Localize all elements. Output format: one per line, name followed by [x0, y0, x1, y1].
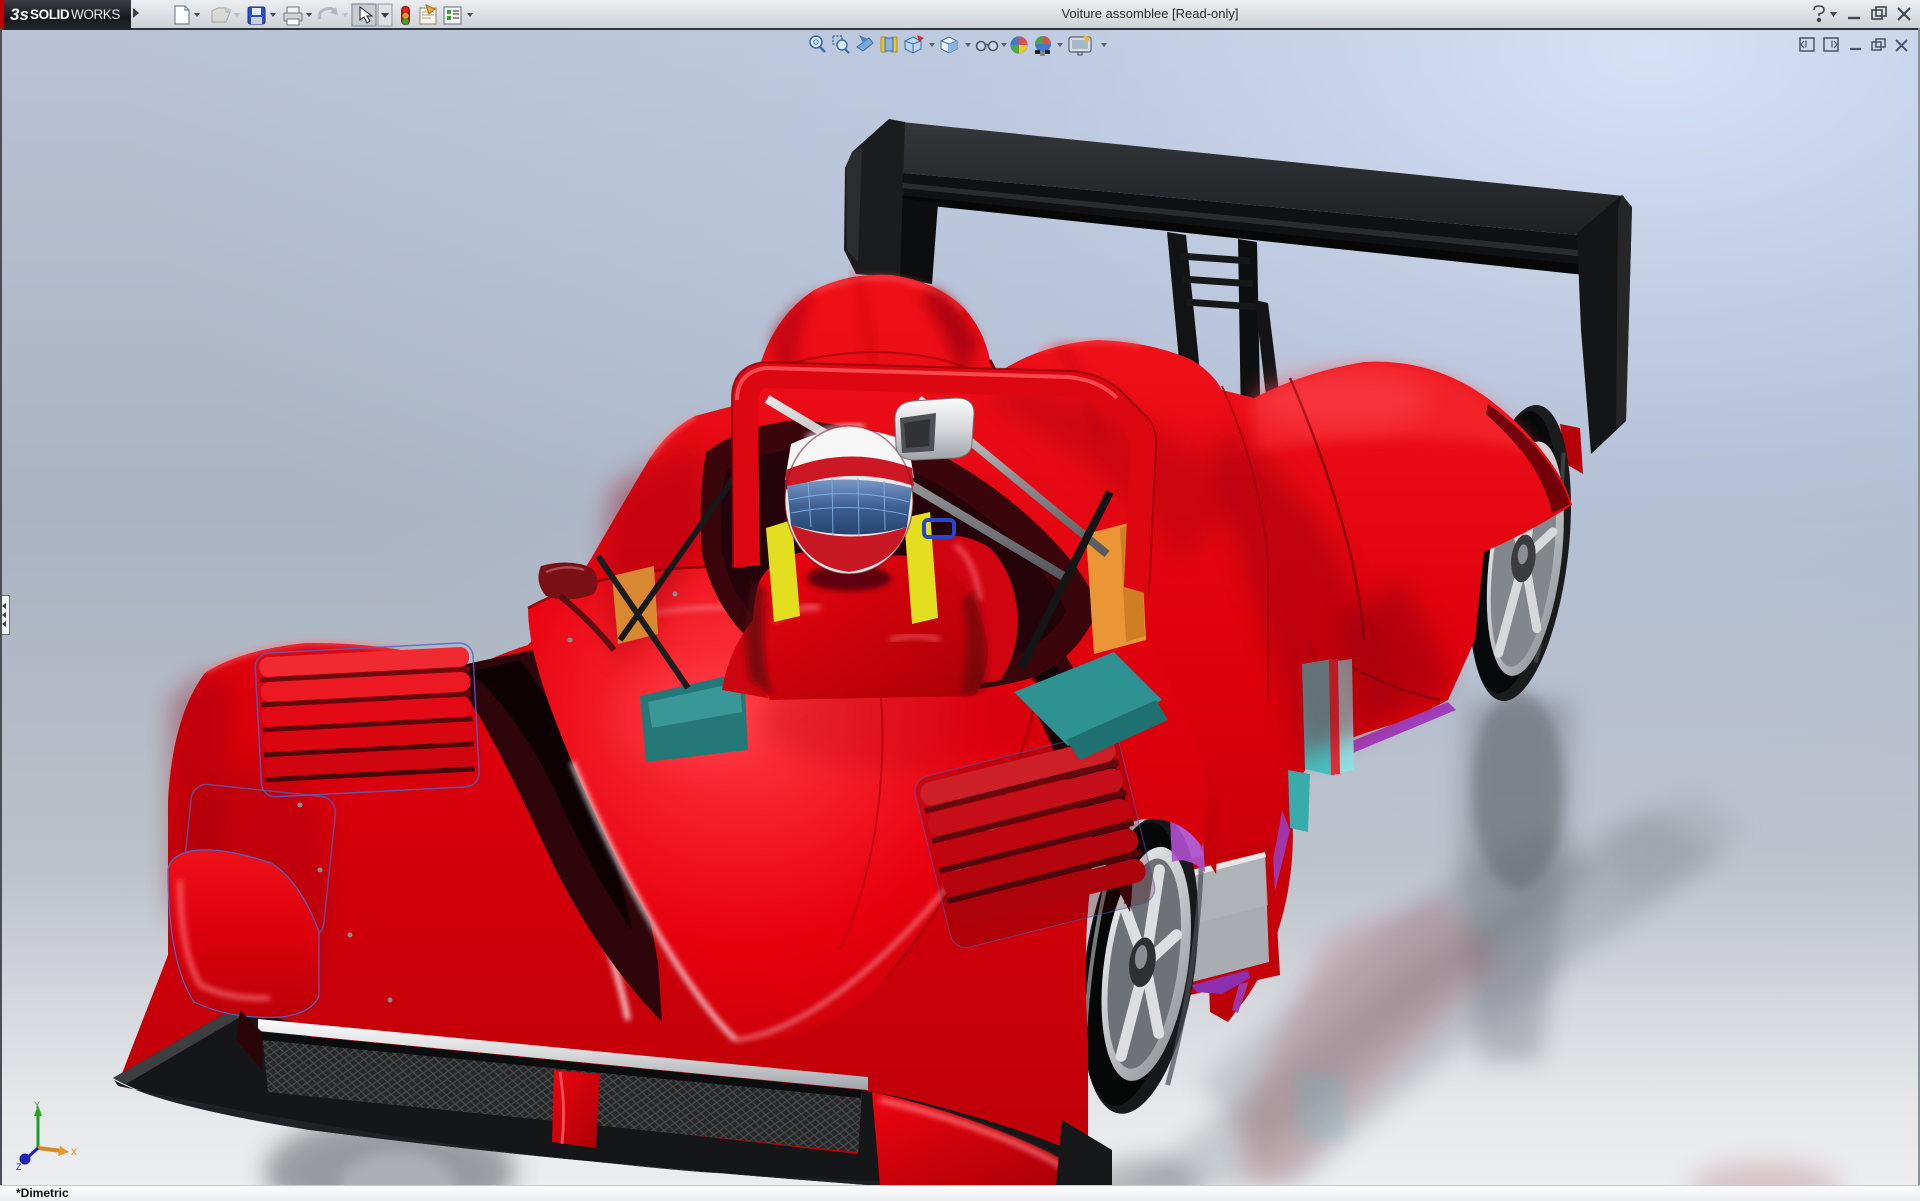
svg-text:3s: 3s — [10, 5, 29, 24]
svg-text:Y: Y — [34, 1100, 40, 1110]
svg-text:WORKS: WORKS — [71, 7, 120, 22]
svg-text:X: X — [71, 1147, 77, 1157]
svg-text:SOLID: SOLID — [30, 7, 70, 22]
svg-text:Z: Z — [16, 1162, 22, 1170]
